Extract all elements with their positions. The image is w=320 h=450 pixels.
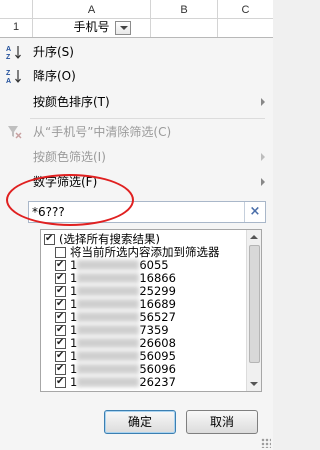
scroll-up-icon[interactable]: [247, 230, 261, 244]
row-header-1[interactable]: 1: [0, 19, 32, 36]
redacted-digits: [77, 260, 140, 270]
redacted-digits: [77, 312, 140, 322]
checkbox[interactable]: [55, 362, 66, 375]
svg-text:A: A: [6, 46, 11, 53]
sort-by-color-item[interactable]: 按颜色排序(T): [0, 91, 273, 113]
search-box: ×: [28, 201, 266, 223]
filter-by-color-label: 按颜色筛选(I): [33, 150, 106, 164]
cancel-button[interactable]: 取消: [186, 410, 258, 434]
value-suffix: 25299: [139, 284, 176, 298]
value-suffix: 56527: [139, 310, 176, 324]
value-suffix: 6055: [139, 258, 169, 272]
sort-descending-item[interactable]: Z A 降序(O): [0, 65, 273, 87]
spreadsheet-strip: A B C 1 手机号: [0, 0, 273, 37]
column-header-b[interactable]: B: [151, 3, 217, 17]
value-suffix: 56096: [139, 362, 176, 376]
value-prefix: 1: [70, 284, 78, 298]
value-prefix: 1: [70, 271, 78, 285]
clear-filter-label: 从“手机号”中清除筛选(C): [33, 125, 172, 139]
checkbox[interactable]: [55, 297, 66, 310]
number-filters-label: 数字筛选(F): [33, 175, 98, 189]
submenu-arrow-icon: [261, 98, 265, 106]
scroll-down-icon[interactable]: [247, 377, 261, 391]
filter-values-list: (选择所有搜索结果) 将当前所选内容添加到筛选器 160551168661252…: [40, 229, 262, 392]
filter-dropdown-button[interactable]: [115, 21, 131, 35]
sort-ascending-item[interactable]: A Z 升序(S): [0, 41, 273, 63]
value-prefix: 1: [70, 310, 78, 324]
checkbox[interactable]: [55, 375, 66, 388]
redacted-digits: [77, 338, 140, 348]
list-item-value: 1 26237: [70, 376, 176, 389]
autofilter-menu: A Z 升序(S) Z A 降序(O) 按颜色排序(T) 从“手机号”中清除筛选…: [0, 37, 273, 450]
value-suffix: 56095: [139, 349, 176, 363]
value-suffix: 16689: [139, 297, 176, 311]
checkbox[interactable]: [55, 271, 66, 284]
sort-ascending-icon: A Z: [6, 46, 21, 60]
value-prefix: 1: [70, 349, 78, 363]
value-suffix: 7359: [139, 323, 169, 337]
sort-by-color-label: 按颜色排序(T): [33, 95, 110, 109]
column-header-c[interactable]: C: [218, 3, 273, 17]
checkbox[interactable]: [55, 284, 66, 297]
checkbox[interactable]: [55, 258, 66, 271]
submenu-arrow-icon: [261, 153, 265, 161]
value-prefix: 1: [70, 258, 78, 272]
scroll-thumb[interactable]: [249, 245, 260, 363]
cell-a1[interactable]: 手机号: [33, 19, 150, 36]
list-scrollbar[interactable]: [246, 230, 261, 391]
list-item[interactable]: 1 26237: [55, 375, 245, 389]
redacted-digits: [77, 299, 140, 309]
filter-by-color-item[interactable]: 按颜色筛选(I): [0, 146, 273, 168]
clear-search-icon[interactable]: ×: [244, 202, 265, 222]
checkbox[interactable]: [55, 336, 66, 349]
search-input[interactable]: [32, 204, 242, 220]
redacted-digits: [77, 364, 140, 374]
value-prefix: 1: [70, 297, 78, 311]
sort-descending-label: 降序(O): [33, 69, 76, 83]
sort-descending-icon: Z A: [6, 70, 21, 84]
checkbox[interactable]: [55, 310, 66, 323]
menu-separator: [30, 118, 265, 119]
ok-button[interactable]: 确定: [104, 410, 176, 434]
redacted-digits: [77, 286, 140, 296]
value-prefix: 1: [70, 375, 78, 389]
clear-filter-item[interactable]: 从“手机号”中清除筛选(C): [0, 121, 273, 143]
redacted-digits: [77, 325, 140, 335]
value-prefix: 1: [70, 323, 78, 337]
value-suffix: 16866: [139, 271, 176, 285]
sort-ascending-label: 升序(S): [33, 45, 74, 59]
column-header-a[interactable]: A: [33, 3, 150, 17]
clear-filter-icon: [8, 126, 22, 139]
value-suffix: 26237: [139, 375, 176, 389]
resize-grip-icon[interactable]: [261, 438, 271, 448]
checkbox[interactable]: [55, 247, 66, 258]
redacted-digits: [77, 273, 140, 283]
number-filters-item[interactable]: 数字筛选(F): [0, 171, 273, 193]
redacted-digits: [77, 377, 140, 387]
checkbox[interactable]: [44, 232, 55, 245]
checkbox[interactable]: [55, 349, 66, 362]
svg-text:Z: Z: [6, 54, 11, 60]
submenu-arrow-icon: [261, 178, 265, 186]
checkbox[interactable]: [55, 323, 66, 336]
svg-text:Z: Z: [6, 70, 11, 77]
redacted-digits: [77, 351, 140, 361]
value-suffix: 26608: [139, 336, 176, 350]
value-prefix: 1: [70, 336, 78, 350]
svg-text:A: A: [6, 78, 11, 84]
value-prefix: 1: [70, 362, 78, 376]
